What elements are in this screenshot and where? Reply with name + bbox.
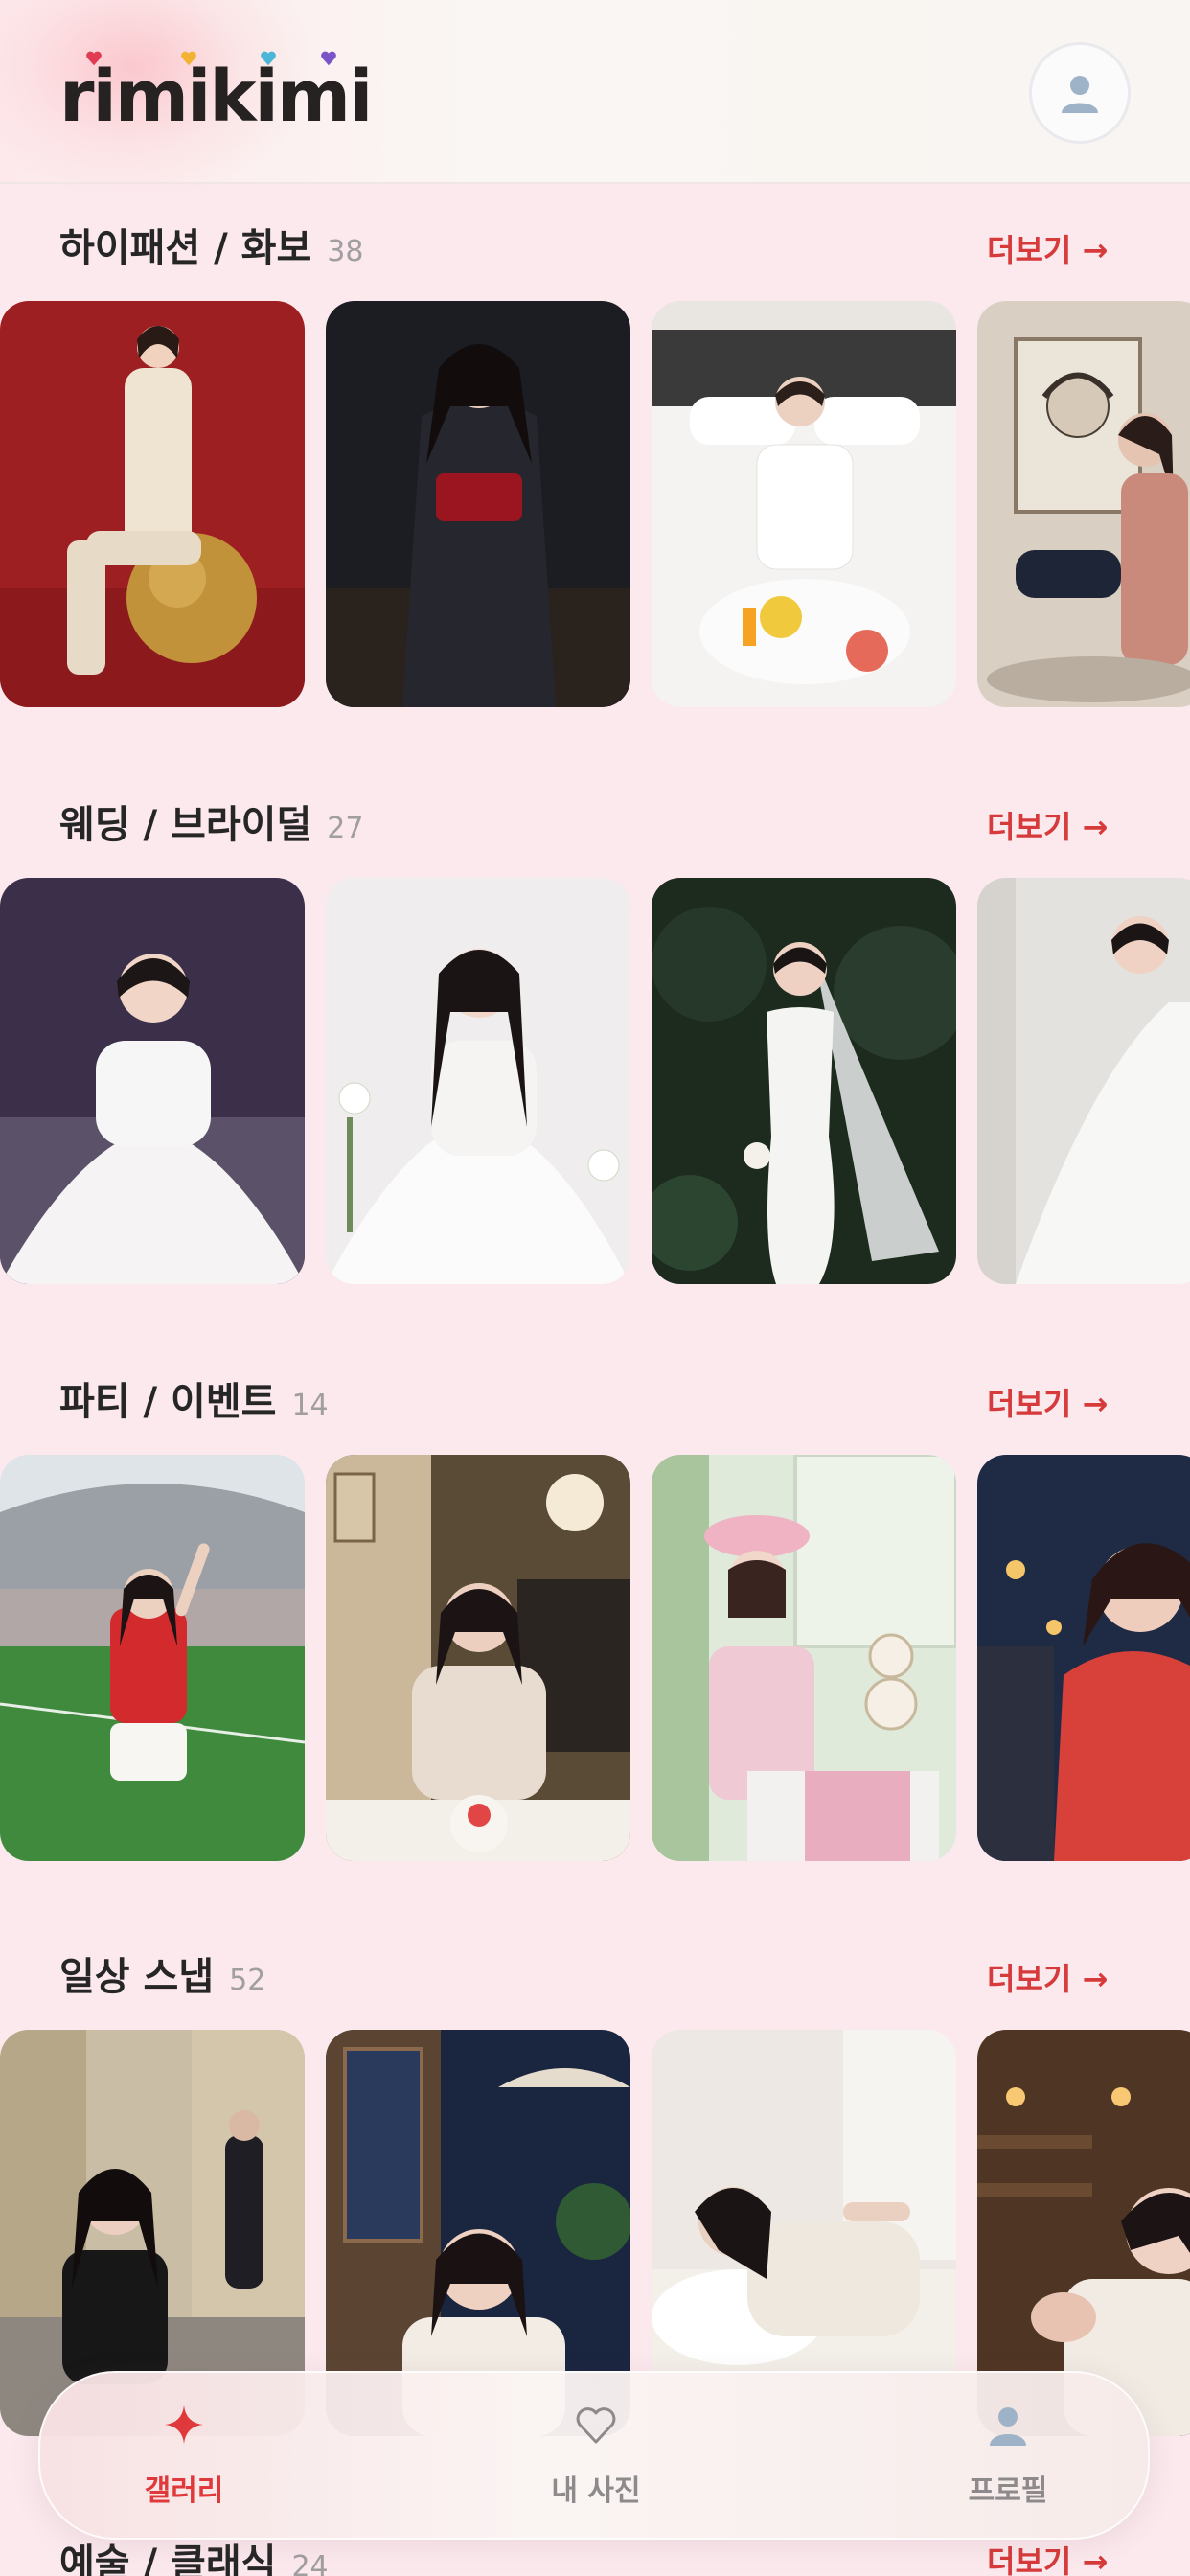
photo-thumbnail (326, 878, 630, 1284)
section-title-text: 하이패션 / 화보 (59, 226, 312, 270)
photo-card[interactable] (652, 301, 956, 707)
photo-card[interactable] (652, 1455, 956, 1861)
photo-thumbnail (326, 301, 630, 707)
section-title-text: 파티 / 이벤트 (59, 1380, 277, 1424)
see-more-link[interactable]: 더보기 → (987, 1955, 1108, 1999)
nav-label: 갤러리 (144, 2474, 224, 2508)
photo-thumbnail (977, 301, 1190, 707)
section-title-text: 일상 스냅 (59, 1955, 215, 1999)
see-more-link[interactable]: 더보기 → (987, 803, 1108, 847)
person-icon (1062, 76, 1098, 113)
photo-thumbnail (977, 1455, 1190, 1861)
photo-thumbnail (652, 1455, 956, 1861)
nav-item-my-photos[interactable]: 내 사진 (500, 2402, 692, 2517)
photo-thumbnail (0, 301, 305, 707)
section-count: 14 (291, 1389, 329, 1422)
photo-row-party (0, 1455, 1190, 1861)
section-title-text: 예술 / 클래식 (59, 2542, 277, 2576)
photo-card[interactable] (326, 301, 630, 707)
section-title-wedding: 웨딩 / 브라이덜 27 (59, 794, 363, 849)
section-count: 52 (229, 1964, 266, 1997)
section-title-party: 파티 / 이벤트 14 (59, 1370, 329, 1426)
heart-icon (576, 2407, 616, 2444)
section-count: 27 (327, 812, 364, 845)
photo-card[interactable] (0, 878, 305, 1284)
photo-card[interactable] (977, 1455, 1190, 1861)
see-more-link[interactable]: 더보기 → (987, 2538, 1108, 2576)
app-header: rimikimi (0, 0, 1190, 192)
see-more-link[interactable]: 더보기 → (987, 226, 1108, 270)
profile-avatar-button[interactable] (1029, 42, 1131, 144)
photo-row-wedding (0, 878, 1190, 1284)
heart-icon (261, 51, 276, 66)
app-logo[interactable]: rimikimi (59, 51, 373, 138)
photo-card[interactable] (0, 301, 305, 707)
section-title-text: 웨딩 / 브라이덜 (59, 803, 312, 847)
sparkle-icon (165, 2405, 203, 2444)
heart-icon (321, 51, 336, 66)
photo-card[interactable] (977, 878, 1190, 1284)
photo-thumbnail (652, 878, 956, 1284)
photo-thumbnail (0, 878, 305, 1284)
see-more-link[interactable]: 더보기 → (987, 1380, 1108, 1424)
section-count: 24 (291, 2550, 329, 2576)
heart-icon (86, 51, 102, 66)
section-title-high-fashion: 하이패션 / 화보 38 (59, 217, 363, 272)
photo-thumbnail (326, 1455, 630, 1861)
photo-thumbnail (977, 878, 1190, 1284)
photo-card[interactable] (326, 878, 630, 1284)
logo-text: rimikimi (59, 56, 373, 138)
photo-thumbnail (652, 301, 956, 707)
photo-row-high-fashion (0, 301, 1190, 707)
nav-item-gallery[interactable]: 갤러리 (88, 2402, 280, 2517)
nav-item-profile[interactable]: 프로필 (912, 2402, 1104, 2517)
photo-card[interactable] (0, 1455, 305, 1861)
nav-label: 프로필 (968, 2474, 1048, 2508)
section-count: 38 (327, 235, 364, 268)
photo-card[interactable] (652, 878, 956, 1284)
section-title-daily: 일상 스냅 52 (59, 1945, 265, 2001)
photo-card[interactable] (977, 301, 1190, 707)
photo-thumbnail (0, 1455, 305, 1861)
person-icon (990, 2407, 1026, 2446)
nav-label: 내 사진 (551, 2474, 641, 2508)
photo-card[interactable] (326, 1455, 630, 1861)
heart-icon (181, 51, 196, 66)
bottom-navigation: 갤러리 내 사진 프로필 (38, 2371, 1150, 2540)
